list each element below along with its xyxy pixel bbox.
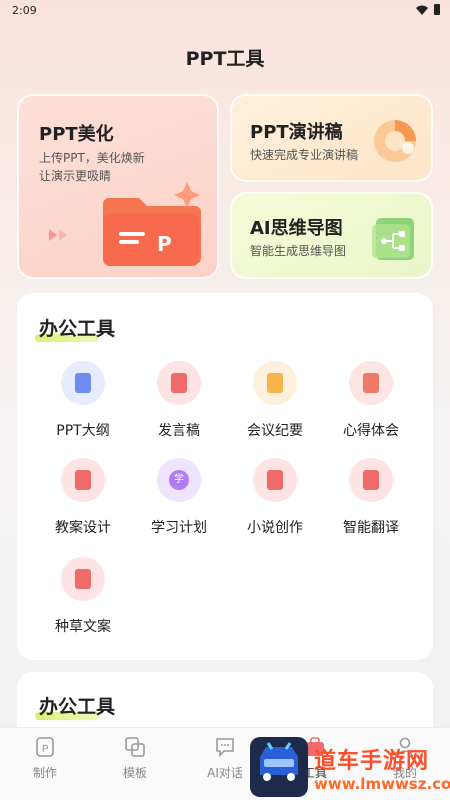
tool-label: 种草文案 bbox=[55, 619, 111, 635]
folder-icon bbox=[103, 182, 201, 266]
status-bar: 2:09 bbox=[0, 0, 450, 22]
tool-label: 会议纪要 bbox=[247, 423, 303, 439]
watermark-url: www.lmwwsz.com bbox=[314, 775, 450, 793]
tool-label: 小说创作 bbox=[247, 520, 303, 536]
ppt-beautify-card[interactable]: PPT美化 上传PPT，美化焕新 让演示更吸睛 P bbox=[17, 94, 219, 279]
ppt-speech-title: PPT演讲稿 bbox=[250, 122, 343, 143]
page-title: PPT工具 bbox=[185, 48, 265, 70]
copywriting-book-icon bbox=[61, 557, 105, 601]
pie-chart-icon bbox=[374, 120, 416, 162]
profile-card-icon bbox=[349, 361, 393, 405]
tool-label: PPT大纲 bbox=[56, 423, 110, 439]
watermark: 道车手游网 www.lmwwsz.com bbox=[250, 737, 450, 800]
make-icon: P bbox=[36, 737, 54, 757]
tool-label: 发言稿 bbox=[158, 423, 200, 439]
watermark-logo-icon bbox=[250, 737, 308, 797]
tool-smart-translate[interactable]: 智能翻译 bbox=[323, 458, 419, 538]
tool-ppt-outline[interactable]: PPT大纲 bbox=[35, 361, 131, 441]
wifi-icon bbox=[416, 5, 428, 15]
ai-mindmap-card[interactable]: AI思维导图 智能生成思维导图 bbox=[230, 192, 433, 279]
tool-reflections[interactable]: 心得体会 bbox=[323, 361, 419, 441]
mindmap-icon bbox=[372, 218, 414, 260]
ppt-speech-subtitle: 快速完成专业演讲稿 bbox=[250, 148, 359, 162]
tool-lesson-plan[interactable]: 教案设计 bbox=[35, 458, 131, 538]
chat-icon bbox=[216, 738, 234, 757]
nav-make[interactable]: P 制作 bbox=[5, 736, 85, 781]
study-icon: 学 bbox=[157, 458, 201, 502]
tool-label: 教案设计 bbox=[55, 520, 111, 536]
book-icon bbox=[253, 458, 297, 502]
ai-mindmap-title: AI思维导图 bbox=[250, 218, 343, 239]
play-arrows-icon bbox=[49, 229, 67, 241]
status-time: 2:09 bbox=[12, 4, 37, 17]
office-tools-title: 办公工具 bbox=[39, 318, 116, 340]
nav-label: 模板 bbox=[122, 766, 147, 780]
office-tools-panel: 办公工具 PPT大纲 发言稿 会议纪要 心得体会 教案设计 学 学习计划 小说创… bbox=[17, 293, 433, 660]
ai-mindmap-subtitle: 智能生成思维导图 bbox=[250, 244, 347, 258]
ppt-beautify-subtitle-1: 上传PPT，美化焕新 bbox=[39, 151, 145, 165]
tool-novel-writing[interactable]: 小说创作 bbox=[227, 458, 323, 538]
tool-label: 智能翻译 bbox=[343, 520, 399, 536]
nav-label: 制作 bbox=[32, 766, 57, 780]
tool-label: 学习计划 bbox=[151, 520, 207, 536]
tool-study-plan[interactable]: 学 学习计划 bbox=[131, 458, 227, 538]
ppt-beautify-title: PPT美化 bbox=[39, 124, 114, 145]
ppt-speech-card[interactable]: PPT演讲稿 快速完成专业演讲稿 bbox=[230, 94, 433, 182]
office-tools-title-2: 办公工具 bbox=[39, 696, 116, 718]
battery-icon bbox=[434, 4, 440, 15]
folder-letter: P bbox=[157, 232, 172, 256]
tool-speech-draft[interactable]: 发言稿 bbox=[131, 361, 227, 441]
tool-label: 心得体会 bbox=[343, 423, 399, 439]
template-icon bbox=[125, 737, 145, 757]
lesson-plan-icon bbox=[61, 458, 105, 502]
microphone-icon bbox=[157, 361, 201, 405]
svg-text:P: P bbox=[42, 744, 49, 755]
nav-template[interactable]: 模板 bbox=[95, 736, 175, 781]
watermark-title: 道车手游网 bbox=[314, 749, 430, 774]
tool-seeding-copy[interactable]: 种草文案 bbox=[35, 557, 131, 637]
tool-meeting-minutes[interactable]: 会议纪要 bbox=[227, 361, 323, 441]
outline-icon bbox=[61, 361, 105, 405]
meeting-icon bbox=[253, 361, 297, 405]
study-glyph: 学 bbox=[169, 470, 189, 490]
translate-book-icon bbox=[349, 458, 393, 502]
